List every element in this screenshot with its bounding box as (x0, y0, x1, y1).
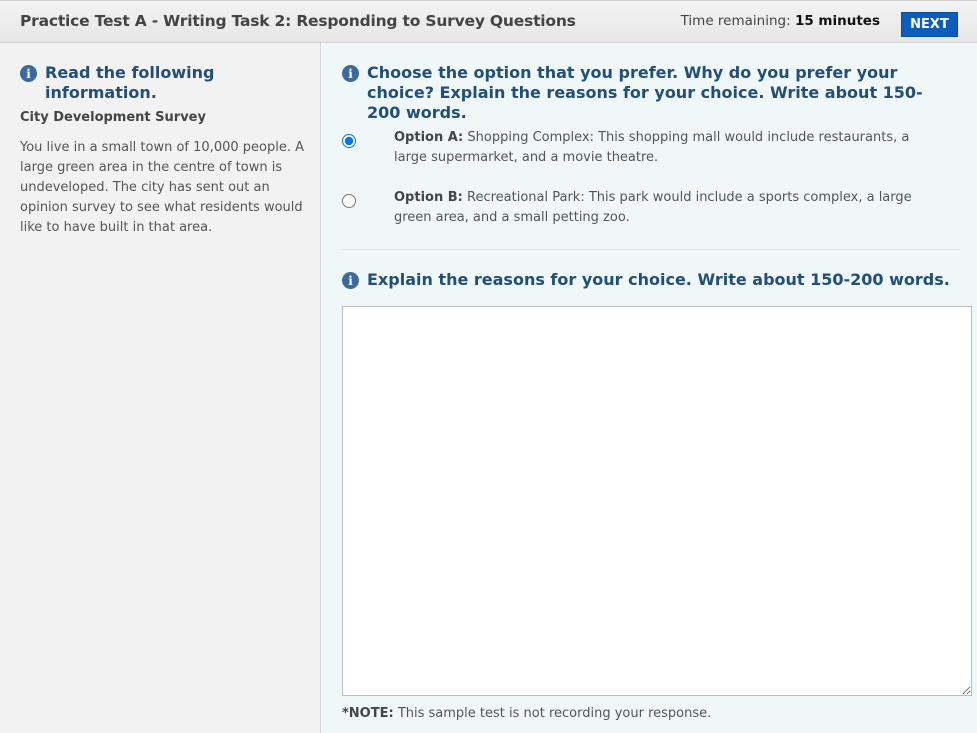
option-a-label: Option A: (394, 130, 464, 145)
option-b-text: Option B: Recreational Park: This park w… (394, 188, 944, 228)
divider (342, 249, 960, 250)
time-remaining-label: Time remaining: (680, 13, 791, 29)
time-remaining: Time remaining: 15 minutes (681, 13, 880, 29)
option-b-radio[interactable] (342, 194, 356, 208)
note: *NOTE: This sample test is not recording… (342, 706, 711, 721)
response-textarea[interactable] (342, 306, 972, 696)
survey-title: City Development Survey (20, 110, 206, 125)
explain-heading-text: Explain the reasons for your choice. Wri… (367, 270, 950, 289)
option-a-text: Option A: Shopping Complex: This shoppin… (394, 128, 944, 168)
next-button[interactable]: NEXT (901, 12, 958, 37)
option-a-radio[interactable] (342, 134, 356, 148)
note-text: This sample test is not recording your r… (397, 706, 712, 721)
page-title: Practice Test A - Writing Task 2: Respon… (20, 12, 576, 30)
option-b-label: Option B: (394, 190, 463, 205)
question-panel: i Choose the option that you prefer. Why… (322, 43, 977, 733)
question-heading-text: Choose the option that you prefer. Why d… (367, 63, 923, 122)
info-icon: i (342, 65, 359, 82)
question-heading: i Choose the option that you prefer. Why… (342, 63, 952, 123)
option-b-description: Recreational Park: This park would inclu… (394, 190, 912, 225)
survey-description: You live in a small town of 10,000 peopl… (20, 140, 304, 235)
option-a-description: Shopping Complex: This shopping mall wou… (394, 130, 910, 165)
info-heading: i Read the following information. (20, 63, 320, 103)
info-icon: i (20, 65, 37, 82)
note-label: *NOTE: (342, 706, 394, 721)
info-heading-text: Read the following information. (45, 63, 215, 102)
top-bar: Practice Test A - Writing Task 2: Respon… (0, 0, 977, 43)
info-icon: i (342, 272, 359, 289)
time-remaining-value: 15 minutes (794, 13, 880, 29)
info-panel: i Read the following information. City D… (0, 43, 321, 733)
explain-heading: i Explain the reasons for your choice. W… (342, 270, 950, 290)
